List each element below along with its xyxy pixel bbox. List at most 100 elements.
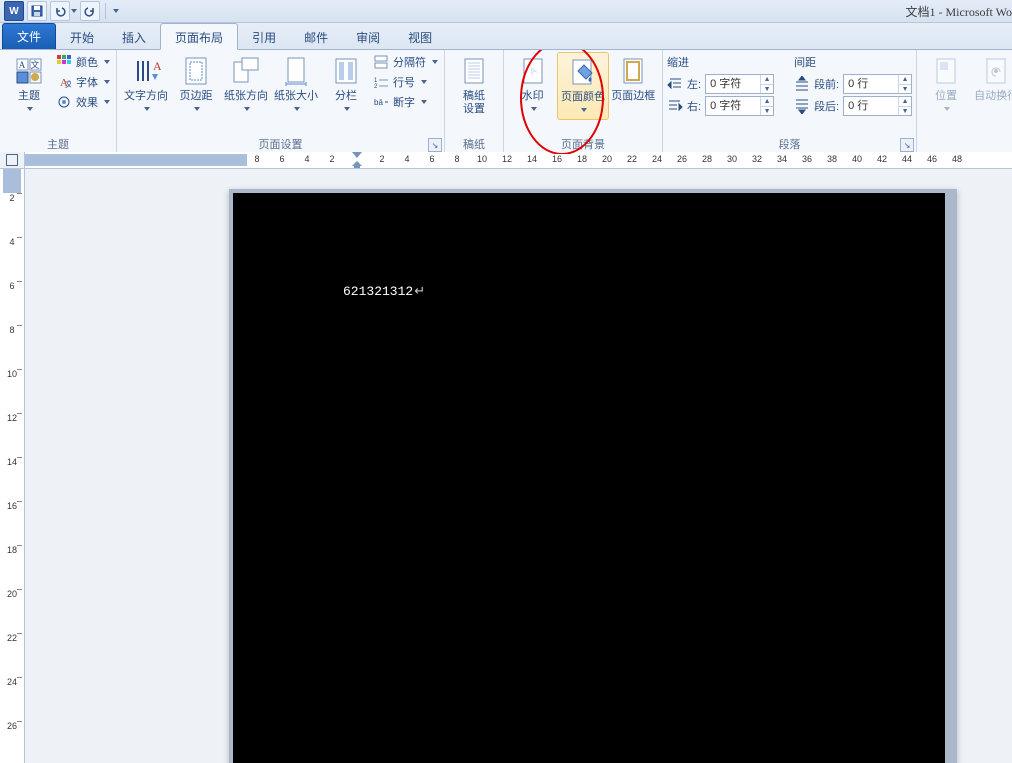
group-theme: A 文 主题 颜色 xyxy=(0,50,117,154)
spin-up[interactable]: ▲ xyxy=(761,97,773,107)
page-shadow: 621321312↵ xyxy=(229,189,957,763)
spacing-after-label: 段后: xyxy=(814,98,839,114)
palette-icon xyxy=(56,54,72,70)
text-direction-icon: A xyxy=(129,54,163,88)
paper-icon xyxy=(457,54,491,88)
margins-icon xyxy=(179,54,213,88)
line-numbers-button[interactable]: 12 行号 xyxy=(371,72,440,92)
qat-save-button[interactable] xyxy=(27,1,47,21)
hanging-indent-marker[interactable] xyxy=(352,161,362,168)
page-setup-dialog-launcher[interactable]: ↘ xyxy=(428,138,442,152)
ruler-number: 12 xyxy=(502,154,512,164)
effects-icon xyxy=(56,94,72,110)
orientation-button[interactable]: 纸张方向 xyxy=(221,52,271,118)
position-button[interactable]: 位置 xyxy=(921,52,971,118)
fonts-icon: A文 xyxy=(56,74,72,90)
spin-down[interactable]: ▼ xyxy=(761,107,773,116)
ruler-number: 40 xyxy=(852,154,862,164)
ruler-number: 48 xyxy=(952,154,962,164)
theme-colors-button[interactable]: 颜色 xyxy=(54,52,112,72)
ruler-number: 26 xyxy=(0,721,24,735)
margins-button[interactable]: 页边距 xyxy=(171,52,221,118)
orientation-icon xyxy=(229,54,263,88)
spacing-after-spinner[interactable]: 0 行 ▲▼ xyxy=(843,96,912,116)
indent-left-spinner[interactable]: 0 字符 ▲▼ xyxy=(705,74,774,94)
indent-right-label: 右: xyxy=(687,98,701,114)
theme-effects-button[interactable]: 效果 xyxy=(54,92,112,112)
ruler-number: 34 xyxy=(777,154,787,164)
ruler-number: 18 xyxy=(0,545,24,559)
page-size-icon xyxy=(279,54,313,88)
qat-undo-dropdown[interactable] xyxy=(71,9,77,13)
columns-icon xyxy=(329,54,363,88)
svg-text:bā: bā xyxy=(374,98,383,107)
ruler-number: 4 xyxy=(404,154,409,164)
themes-icon: A 文 xyxy=(12,54,46,88)
tab-insert[interactable]: 插入 xyxy=(108,24,160,49)
ruler-number: 6 xyxy=(429,154,434,164)
watermark-button[interactable]: A 水印 xyxy=(508,52,557,118)
qat-redo-button[interactable] xyxy=(80,1,100,21)
first-line-indent-marker[interactable] xyxy=(352,152,362,158)
indent-right-spinner[interactable]: 0 字符 ▲▼ xyxy=(705,96,774,116)
document-text[interactable]: 621321312↵ xyxy=(343,283,425,299)
line-numbers-icon: 12 xyxy=(373,74,389,90)
page-border-button[interactable]: 页面边框 xyxy=(609,52,658,105)
qat-customize-dropdown[interactable] xyxy=(113,9,119,13)
ruler-number: 20 xyxy=(0,589,24,603)
tab-view[interactable]: 视图 xyxy=(394,24,446,49)
breaks-button[interactable]: 分隔符 xyxy=(371,52,440,72)
paragraph-dialog-launcher[interactable]: ↘ xyxy=(900,138,914,152)
document-page[interactable]: 621321312↵ xyxy=(233,193,945,763)
ruler-corner[interactable] xyxy=(0,152,24,169)
ruler-number: 38 xyxy=(827,154,837,164)
ruler-number: 22 xyxy=(0,633,24,647)
document-workspace: 2468101214161820222426 86422468101214161… xyxy=(0,152,1012,763)
ruler-number: 16 xyxy=(0,501,24,515)
ruler-number: 46 xyxy=(927,154,937,164)
word-app-icon: W xyxy=(4,1,24,21)
ruler-number: 18 xyxy=(577,154,587,164)
spin-up[interactable]: ▲ xyxy=(899,97,911,107)
text-direction-button[interactable]: A 文字方向 xyxy=(121,52,171,118)
ribbon-tabs: 文件 开始 插入 页面布局 引用 邮件 审阅 视图 xyxy=(0,23,1012,50)
ruler-number: 14 xyxy=(527,154,537,164)
spin-up[interactable]: ▲ xyxy=(761,75,773,85)
page-color-button[interactable]: 页面颜色 xyxy=(557,52,608,120)
spin-down[interactable]: ▼ xyxy=(761,85,773,94)
spin-down[interactable]: ▼ xyxy=(899,85,911,94)
ruler-number: 16 xyxy=(552,154,562,164)
ruler-number: 2 xyxy=(0,193,24,207)
spin-down[interactable]: ▼ xyxy=(899,107,911,116)
indent-left-label: 左: xyxy=(687,76,701,92)
tab-references[interactable]: 引用 xyxy=(238,24,290,49)
vertical-ruler[interactable]: 2468101214161820222426 xyxy=(0,169,24,763)
tab-page-layout[interactable]: 页面布局 xyxy=(160,23,238,50)
watermark-icon: A xyxy=(516,54,550,88)
spacing-before-spinner[interactable]: 0 行 ▲▼ xyxy=(843,74,912,94)
columns-button[interactable]: 分栏 xyxy=(321,52,371,118)
spacing-header: 间距 xyxy=(794,54,912,72)
hyphenation-button[interactable]: bā 断字 xyxy=(371,92,440,112)
paper-settings-button[interactable]: 稿纸 设置 xyxy=(449,52,499,118)
spin-up[interactable]: ▲ xyxy=(899,75,911,85)
tab-home[interactable]: 开始 xyxy=(56,24,108,49)
ruler-number: 10 xyxy=(477,154,487,164)
ruler-number: 2 xyxy=(329,154,334,164)
vertical-ruler-wrap: 2468101214161820222426 xyxy=(0,152,25,763)
ruler-number: 20 xyxy=(602,154,612,164)
tab-file[interactable]: 文件 xyxy=(2,23,56,49)
horizontal-ruler[interactable]: 8642246810121416182022242628303234363840… xyxy=(25,152,1012,169)
text-wrap-button[interactable]: 自动换行 xyxy=(971,52,1012,105)
document-scroll[interactable]: 8642246810121416182022242628303234363840… xyxy=(25,152,1012,763)
theme-fonts-button[interactable]: A文 字体 xyxy=(54,72,112,92)
indent-right-icon xyxy=(667,98,683,114)
page-size-button[interactable]: 纸张大小 xyxy=(271,52,321,118)
ruler-number: 26 xyxy=(677,154,687,164)
tab-review[interactable]: 审阅 xyxy=(342,24,394,49)
tab-mailings[interactable]: 邮件 xyxy=(290,24,342,49)
qat-undo-button[interactable] xyxy=(50,1,70,21)
indent-header: 缩进 xyxy=(667,54,774,72)
themes-button[interactable]: A 文 主题 xyxy=(4,52,54,118)
ruler-number: 2 xyxy=(379,154,384,164)
